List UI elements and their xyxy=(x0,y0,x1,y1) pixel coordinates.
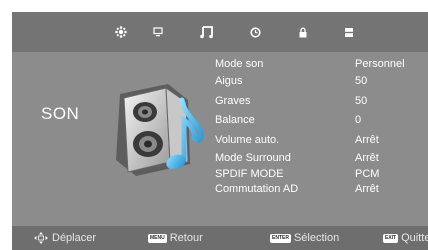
music-note-icon[interactable] xyxy=(198,24,216,40)
menu-value: 50 xyxy=(355,75,368,87)
menu-value: Arrêt xyxy=(355,134,379,146)
menu-label: Balance xyxy=(215,114,255,126)
hint-select: ENTER Sélection xyxy=(270,232,339,244)
hint-back-label: Retour xyxy=(169,232,203,244)
menu-value: 0 xyxy=(355,114,362,126)
monitor-icon[interactable] xyxy=(149,24,167,40)
menu-row-bass[interactable]: Graves 50 xyxy=(215,95,427,113)
clock-icon[interactable] xyxy=(246,24,264,40)
menu-row-sound-mode[interactable]: Mode son Personnel xyxy=(215,58,427,76)
menu-row-ad-switch[interactable]: Commutation AD Arrêt xyxy=(215,183,427,201)
dpad-icon xyxy=(34,232,48,244)
menu-value: PCM xyxy=(355,168,380,180)
menu-value: 50 xyxy=(355,95,368,107)
menu-row-treble[interactable]: Aigus 50 xyxy=(215,75,427,93)
category-tab-bar xyxy=(12,12,428,52)
menu-key-badge: MENU xyxy=(148,233,167,243)
menu-value: Arrêt xyxy=(355,183,379,195)
menu-label: Aigus xyxy=(215,75,243,87)
menu-label: Mode Surround xyxy=(215,152,291,164)
hint-move-label: Déplacer xyxy=(52,232,97,244)
hint-back: MENU Retour xyxy=(148,232,203,244)
speaker-music-icon xyxy=(116,84,204,176)
menu-label: Graves xyxy=(215,95,251,107)
hint-select-label: Sélection xyxy=(293,232,340,244)
image-settings-icon[interactable] xyxy=(112,24,130,40)
menu-label: Mode son xyxy=(215,58,264,70)
enter-key-badge: ENTER xyxy=(270,233,291,243)
menu-row-auto-volume[interactable]: Volume auto. Arrêt xyxy=(215,134,427,152)
menu-row-balance[interactable]: Balance 0 xyxy=(215,114,427,132)
hint-move: Déplacer xyxy=(34,232,96,244)
menu-label: Volume auto. xyxy=(215,134,280,146)
menu-label: SPDIF MODE xyxy=(215,168,284,180)
exit-key-badge: EXIT xyxy=(383,233,399,243)
section-title: SON xyxy=(41,104,80,123)
options-icon[interactable] xyxy=(340,24,358,40)
key-hint-bar: Déplacer MENU Retour ENTER Sélection EXI… xyxy=(12,226,428,250)
hint-exit: EXIT Quitter xyxy=(383,232,428,244)
menu-label: Commutation AD xyxy=(215,183,299,195)
menu-value: Personnel xyxy=(355,58,405,70)
sound-settings-panel: SON Mode son Personnel Aigus 50 Graves 5… xyxy=(12,12,428,250)
menu-value: Arrêt xyxy=(355,152,379,164)
hint-exit-label: Quitter xyxy=(401,232,428,244)
lock-icon[interactable] xyxy=(294,24,312,40)
